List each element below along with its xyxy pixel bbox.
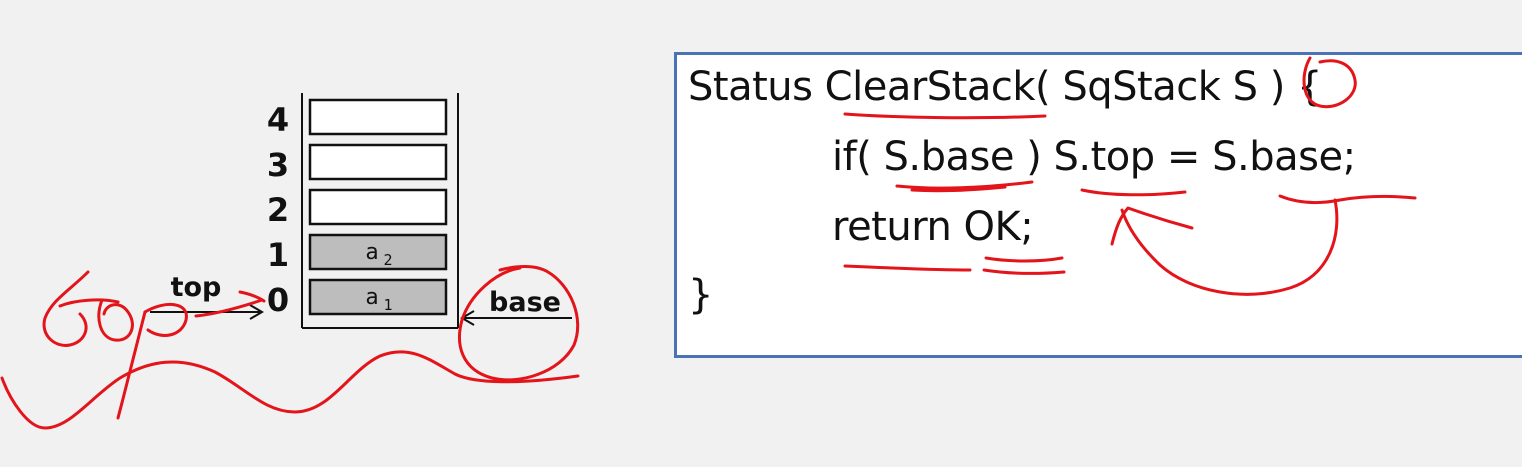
slide: a2a1 4 3 2 1 0 top base Status ClearStac… <box>0 0 1522 467</box>
handwritten-annotations-code <box>843 56 1417 296</box>
